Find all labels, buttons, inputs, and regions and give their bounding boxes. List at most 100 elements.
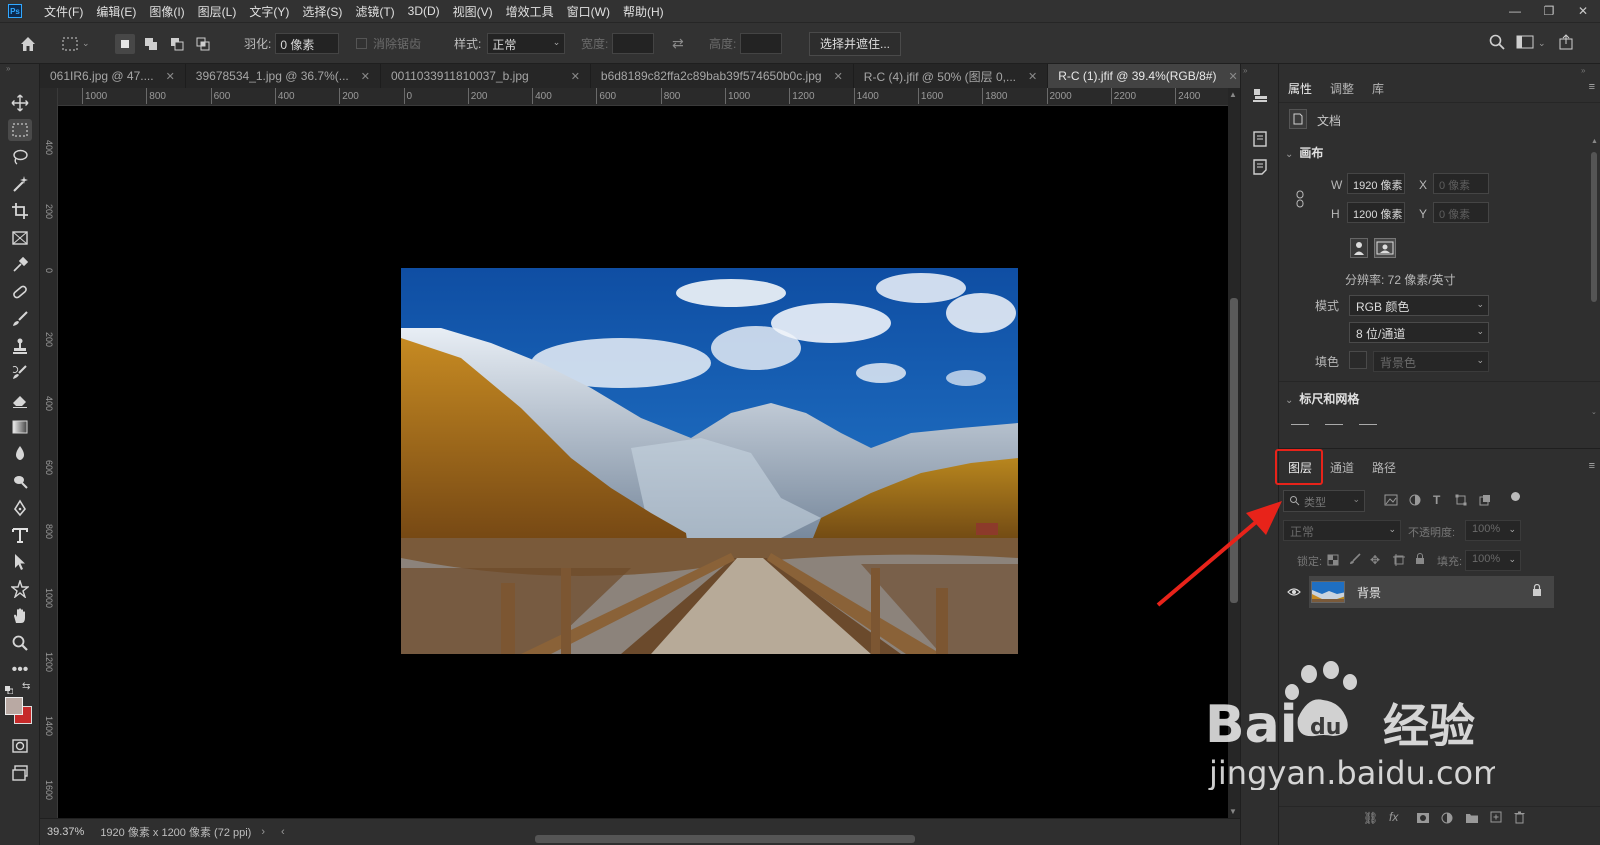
- ruler-style-line[interactable]: [1325, 424, 1343, 425]
- scroll-up-icon[interactable]: ▲: [1591, 138, 1598, 145]
- opacity-field[interactable]: 100% ⌄: [1465, 520, 1521, 541]
- workspace-icon[interactable]: [1516, 34, 1534, 53]
- canvas-x-field[interactable]: 0 像素: [1433, 173, 1489, 194]
- canvas-width-field[interactable]: 1920 像素: [1347, 173, 1405, 194]
- doc-tab[interactable]: R-C (4).jfif @ 50% (图层 0,... ✕: [854, 64, 1049, 88]
- style-select[interactable]: 正常 ⌄: [487, 33, 566, 54]
- quick-mask-icon[interactable]: [8, 735, 32, 757]
- canvas-height-field[interactable]: 1200 像素: [1347, 202, 1405, 223]
- canvas-y-field[interactable]: 0 像素: [1433, 202, 1489, 223]
- bit-depth-select[interactable]: 8 位/通道 ⌄: [1349, 322, 1489, 343]
- chevron-right-icon[interactable]: ›: [261, 826, 265, 838]
- frame-tool-icon[interactable]: [8, 227, 32, 249]
- zoom-tool-icon[interactable]: [8, 632, 32, 654]
- marquee-preset-icon[interactable]: [60, 34, 80, 54]
- close-icon[interactable]: ✕: [166, 70, 175, 83]
- link-layers-icon[interactable]: ⛓: [1363, 811, 1378, 825]
- canvas-section-title[interactable]: ⌄ 画布: [1285, 144, 1323, 161]
- doc-tab[interactable]: b6d8189c82ffa2c89bab39f574650b0c.jpg ✕: [591, 64, 854, 88]
- lock-position-icon[interactable]: ✥: [1370, 553, 1380, 567]
- select-and-mask-button[interactable]: 选择并遮住...: [809, 31, 902, 56]
- filter-toggle-icon[interactable]: [1511, 492, 1520, 501]
- link-icon[interactable]: [1295, 190, 1305, 211]
- vertical-scrollbar[interactable]: ▲ ▼: [1228, 88, 1240, 818]
- lasso-tool-icon[interactable]: [8, 146, 32, 168]
- restore-button[interactable]: ❐: [1532, 0, 1566, 22]
- tab-channels[interactable]: 通道: [1321, 453, 1363, 481]
- fx-icon[interactable]: fx: [1389, 810, 1398, 824]
- document-image[interactable]: [401, 268, 1018, 654]
- library-panel-icon[interactable]: [1250, 129, 1270, 149]
- close-icon[interactable]: ✕: [834, 70, 843, 83]
- filter-shape-icon[interactable]: [1455, 494, 1467, 509]
- menu-layer[interactable]: 图层(L): [198, 3, 237, 20]
- menu-select[interactable]: 选择(S): [302, 3, 342, 20]
- dodge-tool-icon[interactable]: [8, 470, 32, 492]
- swap-dimensions-icon[interactable]: ⇄: [672, 35, 684, 52]
- width-input[interactable]: [612, 33, 655, 54]
- foreground-color-swatch[interactable]: [5, 697, 23, 715]
- lock-pixels-icon[interactable]: [1349, 553, 1361, 568]
- brush-tool-icon[interactable]: [8, 308, 32, 330]
- doc-tab[interactable]: 39678534_1.jpg @ 36.7%(... ✕: [186, 64, 381, 88]
- filter-type-icon[interactable]: T: [1433, 493, 1440, 507]
- menu-type[interactable]: 文字(Y): [249, 3, 289, 20]
- filter-pixel-icon[interactable]: [1384, 494, 1398, 509]
- tab-adjustments[interactable]: 调整: [1321, 74, 1363, 102]
- clone-stamp-tool-icon[interactable]: [8, 335, 32, 357]
- search-icon[interactable]: [1488, 33, 1506, 54]
- move-tool-icon[interactable]: [8, 92, 32, 114]
- swap-colors-icon[interactable]: ⇆: [22, 681, 30, 692]
- minimize-button[interactable]: —: [1498, 0, 1532, 22]
- blur-tool-icon[interactable]: [8, 443, 32, 465]
- menu-help[interactable]: 帮助(H): [623, 3, 664, 20]
- doc-tab-active[interactable]: R-C (1).jfif @ 39.4%(RGB/8#) ✕: [1048, 64, 1249, 88]
- tab-libraries[interactable]: 库: [1363, 74, 1393, 102]
- hand-tool-icon[interactable]: [8, 605, 32, 627]
- chevron-down-icon[interactable]: ⌄: [1538, 38, 1546, 49]
- scroll-down-icon[interactable]: ▼: [1229, 807, 1237, 816]
- history-brush-tool-icon[interactable]: [8, 362, 32, 384]
- close-icon[interactable]: ✕: [571, 70, 580, 83]
- scroll-down-icon[interactable]: ⌄: [1591, 408, 1597, 416]
- portrait-orientation-icon[interactable]: [1350, 238, 1368, 258]
- doc-tab[interactable]: 0011033911810037_b.jpg ✕: [381, 64, 591, 88]
- path-selection-tool-icon[interactable]: [8, 551, 32, 573]
- healing-brush-tool-icon[interactable]: [8, 281, 32, 303]
- horizontal-scroll-thumb[interactable]: [535, 835, 915, 843]
- shape-tool-icon[interactable]: [8, 578, 32, 600]
- new-group-icon[interactable]: [1465, 812, 1479, 827]
- magic-wand-tool-icon[interactable]: [8, 173, 32, 195]
- tab-properties[interactable]: 属性: [1279, 74, 1321, 102]
- notes-panel-icon[interactable]: [1250, 157, 1270, 177]
- type-tool-icon[interactable]: [8, 524, 32, 546]
- default-colors-icon[interactable]: [5, 683, 14, 695]
- layer-filter-select[interactable]: 类型 ⌄: [1283, 490, 1365, 512]
- chevron-down-icon[interactable]: ⌄: [82, 38, 90, 49]
- layer-row[interactable]: 背景: [1309, 576, 1554, 608]
- rulers-grid-section-title[interactable]: ⌄ 标尺和网格: [1285, 390, 1359, 407]
- crop-tool-icon[interactable]: [8, 200, 32, 222]
- adjustment-layer-icon[interactable]: [1441, 812, 1453, 827]
- new-layer-icon[interactable]: [1490, 811, 1502, 826]
- filter-adjustment-icon[interactable]: [1409, 494, 1421, 509]
- zoom-level[interactable]: 39.37%: [47, 826, 84, 838]
- lock-icon[interactable]: [1532, 583, 1542, 600]
- eyedropper-tool-icon[interactable]: [8, 254, 32, 276]
- properties-scroll-thumb[interactable]: [1591, 152, 1597, 302]
- intersect-selection-icon[interactable]: [193, 34, 213, 54]
- fill-opacity-field[interactable]: 100% ⌄: [1465, 550, 1521, 571]
- menu-3d[interactable]: 3D(D): [408, 4, 440, 18]
- menu-edit[interactable]: 编辑(E): [96, 3, 136, 20]
- delete-layer-icon[interactable]: [1514, 811, 1525, 827]
- close-icon[interactable]: ✕: [1028, 70, 1037, 83]
- menu-view[interactable]: 视图(V): [453, 3, 493, 20]
- menu-image[interactable]: 图像(I): [149, 3, 184, 20]
- antialias-checkbox[interactable]: [356, 38, 367, 49]
- ruler-style-line[interactable]: [1291, 424, 1309, 425]
- properties-scrollbar[interactable]: ▲ ⌄: [1590, 138, 1599, 438]
- canvas-area[interactable]: [58, 106, 1228, 818]
- share-icon[interactable]: [1558, 34, 1574, 53]
- home-icon[interactable]: [18, 34, 38, 54]
- tab-paths[interactable]: 路径: [1363, 453, 1405, 481]
